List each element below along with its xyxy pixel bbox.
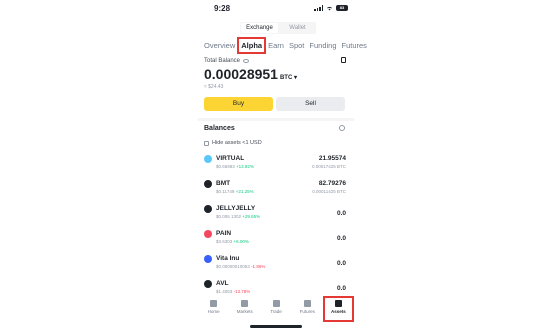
asset-amount: 82.79276 — [318, 180, 346, 187]
balance-value: 0.00028951 — [204, 66, 278, 82]
wifi-icon — [327, 6, 332, 11]
exchange-toggle[interactable]: Exchange — [241, 23, 278, 33]
tab-spot[interactable]: Spot — [289, 40, 304, 51]
asset-change: +21.25% — [235, 189, 254, 194]
markets-icon — [241, 300, 249, 307]
coin-icon — [204, 155, 212, 163]
tab-earn[interactable]: Earn — [268, 40, 284, 51]
asset-list: VIRTUAL $0.66983 +13.92% 21.95574 0.0001742… — [198, 153, 354, 303]
coin-icon — [204, 205, 212, 213]
asset-row[interactable]: VIRTUAL $0.66983 +13.92% 21.95574 0.0001742… — [198, 153, 354, 178]
asset-amount: 0.0 — [336, 285, 346, 292]
eye-icon[interactable] — [243, 59, 250, 63]
balance-usd: ≈ $24.43 — [204, 84, 224, 90]
asset-row[interactable]: Vita Inu $0.00000010053 -1.86% 0.0 — [198, 253, 354, 278]
asset-price-change: $0.00000010053 -1.86% — [216, 264, 265, 269]
asset-price-change: $3.6303 +6.00% — [216, 239, 249, 244]
hide-small-assets-toggle[interactable]: Hide assets <1 USD — [204, 140, 262, 146]
asset-amount: 0.0 — [336, 235, 346, 242]
coin-icon — [204, 280, 212, 288]
asset-name: PAIN — [216, 230, 232, 237]
phone-screen: 9:28 83 Exchange Wallet Overview Alpha E… — [198, 0, 367, 330]
asset-name: JELLYJELLY — [216, 205, 256, 212]
exchange-wallet-switch: Exchange Wallet — [240, 22, 316, 34]
asset-btc-value: 0.00011425 BTC — [312, 189, 346, 194]
asset-price: $0.00000010053 — [216, 264, 250, 269]
nav-trade[interactable]: Trade — [260, 296, 291, 322]
nav-home-label: Home — [207, 309, 220, 314]
wallet-toggle[interactable]: Wallet — [279, 22, 316, 34]
divider — [198, 118, 354, 121]
asset-price: $0.11749 — [216, 189, 235, 194]
nav-markets-label: Markets — [236, 309, 253, 314]
asset-name: BMT — [216, 180, 231, 187]
tab-overview[interactable]: Overview — [204, 40, 235, 51]
asset-amount: 21.95574 — [318, 155, 346, 162]
status-bar: 9:28 83 — [198, 4, 354, 16]
currency-label: BTC — [279, 75, 293, 81]
wallet-icon — [334, 300, 342, 307]
asset-price: $0.66983 — [216, 164, 235, 169]
asset-change: -1.86% — [251, 264, 266, 269]
asset-change: +29.65% — [242, 214, 261, 219]
tab-funding[interactable]: Funding — [309, 40, 336, 51]
bottom-nav: Home Markets Trade Futures Assets — [198, 296, 355, 322]
asset-price-change: $0.006 1302 +29.65% — [216, 214, 260, 219]
hide-small-assets-label: Hide assets <1 USD — [212, 140, 262, 146]
asset-row[interactable]: BMT $0.11749 +21.25% 82.79276 0.00011425 BT… — [198, 178, 354, 203]
coin-icon — [204, 230, 212, 238]
asset-name: Vita Inu — [216, 255, 240, 262]
nav-markets[interactable]: Markets — [229, 296, 260, 322]
trade-icon — [272, 300, 280, 307]
asset-row[interactable]: PAIN $3.6303 +6.00% 0.0 — [198, 228, 354, 253]
nav-futures[interactable]: Futures — [292, 296, 323, 322]
coin-icon — [204, 180, 212, 188]
checkbox[interactable] — [204, 140, 209, 146]
total-balance: 0.00028951 BTC ▾ — [204, 66, 297, 82]
asset-amount: 0.0 — [336, 260, 346, 267]
asset-row[interactable]: JELLYJELLY $0.006 1302 +29.65% 0.0 — [198, 203, 354, 228]
asset-amount: 0.0 — [336, 210, 346, 217]
asset-price-change: $1.4063 -13.78% — [216, 289, 250, 294]
nav-assets[interactable]: Assets — [322, 296, 355, 322]
status-time: 9:28 — [214, 4, 231, 13]
tab-alpha[interactable]: Alpha — [237, 37, 267, 54]
nav-home[interactable]: Home — [198, 296, 229, 322]
home-indicator — [250, 325, 302, 328]
asset-btc-value: 0.00017425 BTC — [311, 164, 346, 169]
sell-button[interactable]: Sell — [276, 97, 345, 111]
asset-change: +13.92% — [236, 164, 254, 169]
signal-icon — [314, 5, 323, 11]
account-tabs: Overview Alpha Earn Spot Funding Futures — [204, 37, 367, 54]
nav-futures-label: Futures — [299, 309, 315, 314]
nav-trade-label: Trade — [270, 309, 282, 314]
nav-assets-label: Assets — [331, 309, 346, 314]
search-icon[interactable] — [339, 125, 345, 131]
asset-change: +6.00% — [233, 239, 249, 244]
status-icons: 83 — [314, 5, 348, 11]
balance-currency-dropdown[interactable]: BTC ▾ — [280, 74, 297, 81]
futures-icon — [303, 300, 311, 307]
total-balance-label-row: Total Balance — [204, 58, 250, 64]
total-balance-label: Total Balance — [204, 58, 241, 64]
history-icon[interactable] — [341, 57, 346, 63]
battery-icon: 83 — [336, 5, 348, 11]
asset-name: AVL — [216, 280, 229, 287]
tab-futures[interactable]: Futures — [342, 40, 367, 51]
coin-icon — [204, 255, 212, 263]
buy-button[interactable]: Buy — [204, 97, 273, 111]
balances-heading: Balances — [204, 125, 235, 132]
asset-price: $0.006 1302 — [216, 214, 242, 219]
asset-price: $3.6303 — [216, 239, 233, 244]
asset-price-change: $0.11749 +21.25% — [216, 189, 254, 194]
home-icon — [210, 300, 218, 307]
asset-name: VIRTUAL — [216, 155, 245, 162]
asset-change: -13.78% — [233, 289, 251, 294]
asset-price-change: $0.66983 +13.92% — [216, 164, 254, 169]
asset-price: $1.4063 — [216, 289, 233, 294]
